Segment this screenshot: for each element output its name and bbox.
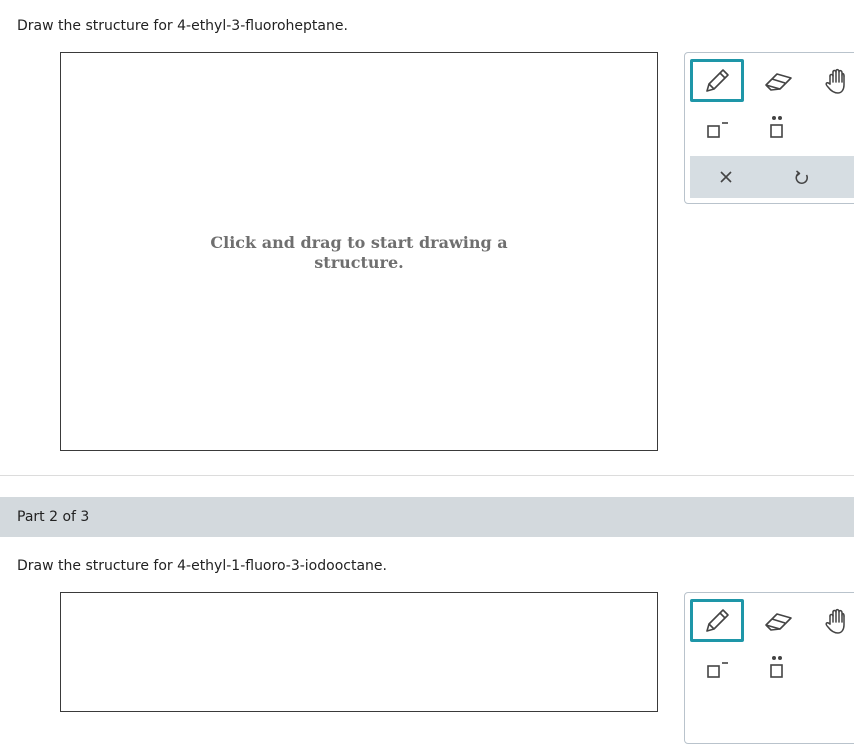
- part1-pan-button[interactable]: [813, 61, 854, 101]
- part1-eraser-button[interactable]: [755, 63, 801, 99]
- part1-canvas-hint: Click and drag to start drawing a struct…: [61, 233, 657, 273]
- hint-line-2: structure.: [314, 253, 404, 272]
- part2-header-bar: Part 2 of 3: [0, 497, 854, 537]
- part2-pan-button[interactable]: [813, 601, 854, 641]
- part1-undo-button[interactable]: [786, 162, 818, 192]
- hand-icon: [825, 608, 845, 634]
- part2-charge-button[interactable]: [697, 653, 737, 685]
- charge-icon: [707, 122, 728, 138]
- lone-pair-icon: [770, 656, 783, 678]
- pencil-icon: [706, 68, 729, 92]
- part1-toolbar-actions: [690, 156, 854, 198]
- part1-pencil-button[interactable]: [690, 59, 744, 102]
- pencil-icon: [706, 608, 729, 632]
- lone-pair-icon: [770, 116, 783, 138]
- section-divider: [0, 475, 854, 476]
- undo-icon: [795, 170, 808, 184]
- part2-eraser-button[interactable]: [755, 603, 801, 639]
- clear-icon: [720, 171, 732, 183]
- part2-prompt: Draw the structure for 4-ethyl-1-fluoro-…: [17, 558, 387, 574]
- part1-clear-button[interactable]: [710, 162, 742, 192]
- part2-toolbar: [684, 592, 854, 744]
- part1-prompt: Draw the structure for 4-ethyl-3-fluoroh…: [17, 18, 348, 34]
- part2-header: Part 2 of 3: [17, 509, 90, 525]
- eraser-icon: [765, 73, 792, 91]
- part1-lone-pair-button[interactable]: [757, 111, 797, 145]
- hand-icon: [825, 68, 845, 94]
- part1-toolbar: [684, 52, 854, 204]
- part1-drawing-canvas[interactable]: Click and drag to start drawing a struct…: [60, 52, 658, 451]
- part2-pencil-button[interactable]: [690, 599, 744, 642]
- eraser-icon: [765, 613, 792, 631]
- charge-icon: [707, 662, 728, 678]
- part2-drawing-canvas[interactable]: [60, 592, 658, 712]
- part1-charge-button[interactable]: [697, 113, 737, 145]
- part2-lone-pair-button[interactable]: [757, 651, 797, 685]
- hint-line-1: Click and drag to start drawing a: [210, 233, 508, 252]
